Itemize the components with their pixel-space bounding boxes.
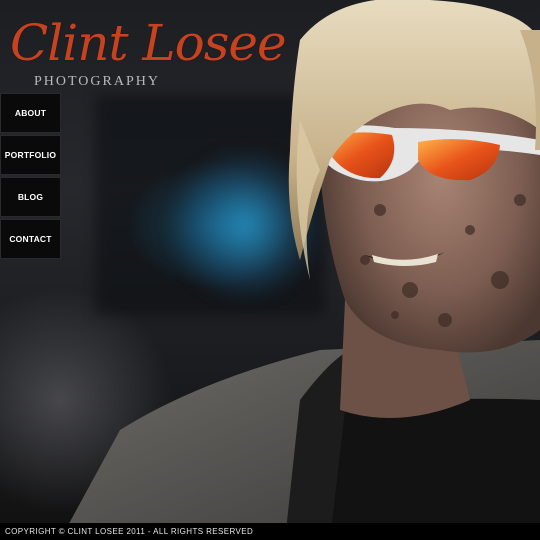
nav-item-about[interactable]: ABOUT: [0, 93, 61, 133]
nav-item-portfolio[interactable]: PORTFOLIO: [0, 135, 61, 175]
logo[interactable]: Clint Losee PHOTOGRAPHY: [8, 12, 287, 92]
jacket: [60, 340, 540, 540]
copyright-text: COPYRIGHT © CLINT LOSEE 2011 - ALL RIGHT…: [5, 527, 254, 536]
main-nav: ABOUT PORTFOLIO BLOG CONTACT: [0, 93, 62, 261]
logo-tagline: PHOTOGRAPHY: [34, 74, 160, 89]
nav-item-contact[interactable]: CONTACT: [0, 219, 61, 259]
logo-name: Clint Losee: [10, 14, 287, 72]
footer: COPYRIGHT © CLINT LOSEE 2011 - ALL RIGHT…: [0, 523, 540, 540]
nav-item-blog[interactable]: BLOG: [0, 177, 61, 217]
